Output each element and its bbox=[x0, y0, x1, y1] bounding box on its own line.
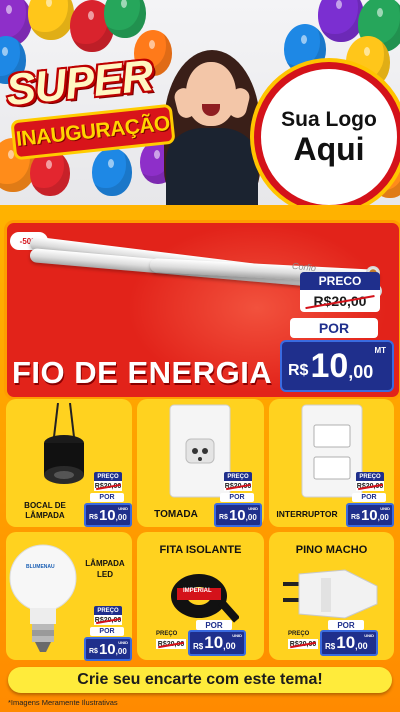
hero-por-label: POR bbox=[290, 318, 378, 338]
price-integer: 10 bbox=[204, 633, 224, 652]
price-cents: ,00 bbox=[115, 513, 127, 522]
power-outlet-icon bbox=[169, 404, 231, 498]
old-price: R$20,00 bbox=[94, 481, 122, 491]
hero-price-integer: 10 bbox=[310, 346, 349, 385]
disclaimer-text: *Imagens Meramente Ilustrativas bbox=[8, 698, 118, 707]
price-unit: UNID bbox=[364, 633, 374, 638]
price-currency: R$ bbox=[351, 514, 360, 521]
por-label: POR bbox=[220, 493, 254, 502]
hero-price-label: PRECO bbox=[300, 272, 380, 290]
price-label: PREÇO bbox=[224, 472, 252, 481]
price-cents: ,00 bbox=[115, 647, 127, 656]
price-currency: R$ bbox=[325, 641, 336, 651]
header-banner: SUPER INAUGURAÇÃO Sua Logo Aqui bbox=[0, 0, 400, 205]
new-price: R$ 10,00 UNID bbox=[346, 503, 394, 527]
old-price: R$20,00 bbox=[224, 481, 252, 491]
new-price: R$ 10,00 UNID bbox=[214, 503, 262, 527]
cta-text: Crie seu encarte com este tema! bbox=[77, 671, 323, 688]
lamp-socket-icon bbox=[44, 403, 84, 484]
price-label: PREÇO bbox=[94, 472, 122, 481]
hero-currency: R$ bbox=[288, 362, 309, 379]
new-price: R$ 10,00 UNID bbox=[84, 637, 132, 661]
price-cents: ,00 bbox=[223, 641, 236, 651]
price-cents: ,00 bbox=[377, 513, 389, 522]
price-label: PREÇO bbox=[356, 472, 384, 481]
balloon-icon bbox=[104, 0, 146, 38]
product-name: TOMADA bbox=[154, 509, 198, 520]
bulb-brand-text: BLUMENAU bbox=[26, 564, 55, 570]
product-name: FITA ISOLANTE bbox=[159, 544, 242, 556]
store-logo-placeholder[interactable]: Sua Logo Aqui bbox=[254, 62, 400, 205]
price-unit: UNID bbox=[118, 640, 128, 645]
balloon-icon bbox=[28, 0, 74, 40]
price-cents: ,00 bbox=[245, 513, 257, 522]
old-price: R$20,00 bbox=[288, 639, 318, 649]
insulating-tape-icon bbox=[171, 574, 239, 623]
price-cents: ,00 bbox=[355, 641, 368, 651]
por-label: POR bbox=[328, 620, 364, 630]
price-label: PREÇO bbox=[288, 631, 310, 637]
hero-new-price: R$ 10 ,00 MT bbox=[280, 340, 394, 392]
hero-price-cents: ,00 bbox=[348, 361, 374, 382]
old-price: R$20,00 bbox=[356, 481, 384, 491]
price-currency: R$ bbox=[89, 648, 98, 655]
balloon-icon bbox=[92, 148, 132, 196]
price-unit: UNID bbox=[248, 506, 258, 511]
price-unit: UNID bbox=[232, 633, 242, 638]
price-unit: UNID bbox=[118, 506, 128, 511]
logo-line-1: Sua Logo bbox=[281, 108, 377, 131]
old-price: R$20,00 bbox=[156, 639, 186, 649]
price-currency: R$ bbox=[193, 641, 204, 651]
price-currency: R$ bbox=[219, 514, 228, 521]
inauguracao-title: INAUGURAÇÃO bbox=[14, 112, 171, 152]
price-integer: 10 bbox=[228, 506, 246, 524]
price-unit: UNID bbox=[380, 506, 390, 511]
old-price: R$20,00 bbox=[94, 615, 122, 625]
product-name: INTERRUPTOR bbox=[276, 509, 338, 519]
por-label: POR bbox=[352, 493, 386, 502]
por-label: POR bbox=[90, 493, 124, 502]
new-price: R$ 10,00 UNID bbox=[188, 630, 246, 656]
male-plug-icon bbox=[283, 569, 378, 619]
price-integer: 10 bbox=[336, 633, 356, 652]
price-label: PREÇO bbox=[156, 631, 178, 637]
tape-brand-text: IMPERIAL bbox=[183, 588, 212, 594]
price-integer: 10 bbox=[360, 506, 378, 524]
woman-face bbox=[186, 62, 236, 126]
woman-body bbox=[166, 128, 258, 205]
price-currency: R$ bbox=[89, 514, 98, 521]
price-integer: 10 bbox=[98, 506, 116, 524]
logo-line-2: Aqui bbox=[293, 131, 365, 167]
por-label: POR bbox=[90, 627, 124, 636]
price-label: PREÇO bbox=[94, 606, 122, 615]
light-switch-icon bbox=[301, 404, 363, 498]
hero-product-title: FIO DE ENERGIA bbox=[12, 355, 273, 390]
product-name: PINO MACHO bbox=[295, 544, 368, 556]
por-label: POR bbox=[196, 620, 232, 630]
led-bulb-icon bbox=[9, 544, 77, 652]
cta-banner[interactable]: Crie seu encarte com este tema! bbox=[8, 667, 392, 693]
hero-price-unit: MT bbox=[374, 346, 386, 355]
product-name: LÂMPADA LED bbox=[85, 559, 125, 579]
hero-old-price: R$20,00 bbox=[300, 290, 380, 312]
new-price: R$ 10,00 UNID bbox=[84, 503, 132, 527]
new-price: R$ 10,00 UNID bbox=[320, 630, 378, 656]
price-integer: 10 bbox=[98, 640, 116, 658]
product-name: BOCAL DE LÂMPADA bbox=[24, 501, 66, 520]
